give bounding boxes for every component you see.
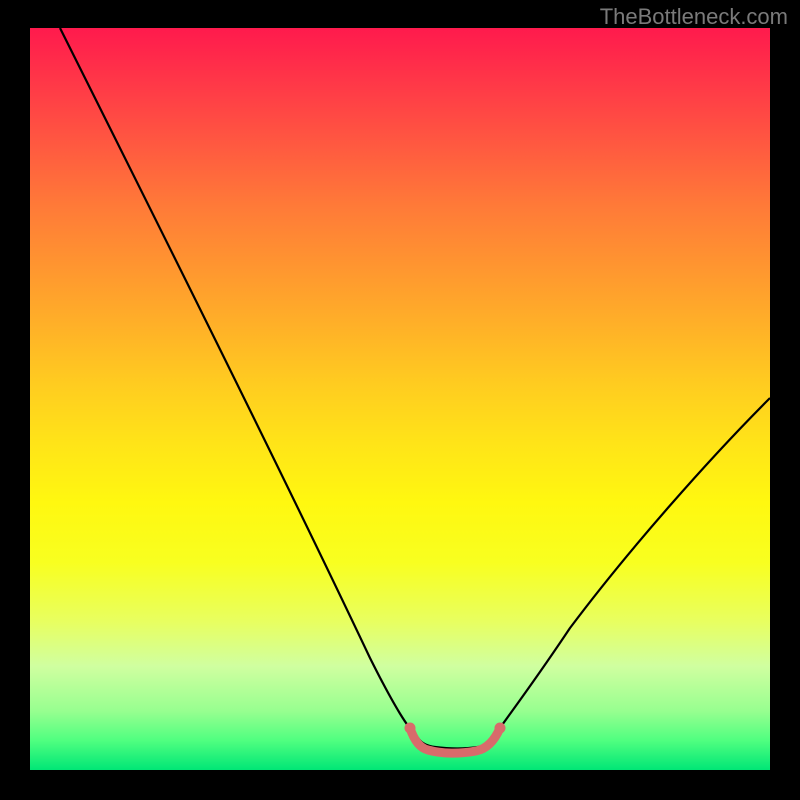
curve-svg: [30, 28, 770, 770]
watermark-text: TheBottleneck.com: [600, 4, 788, 30]
chart-frame: TheBottleneck.com: [0, 0, 800, 800]
marker-dot-left: [405, 723, 416, 734]
marker-dot-right: [495, 723, 506, 734]
optimal-range-marker-path: [410, 728, 500, 753]
plot-area: [30, 28, 770, 770]
bottleneck-curve-path: [60, 28, 770, 749]
